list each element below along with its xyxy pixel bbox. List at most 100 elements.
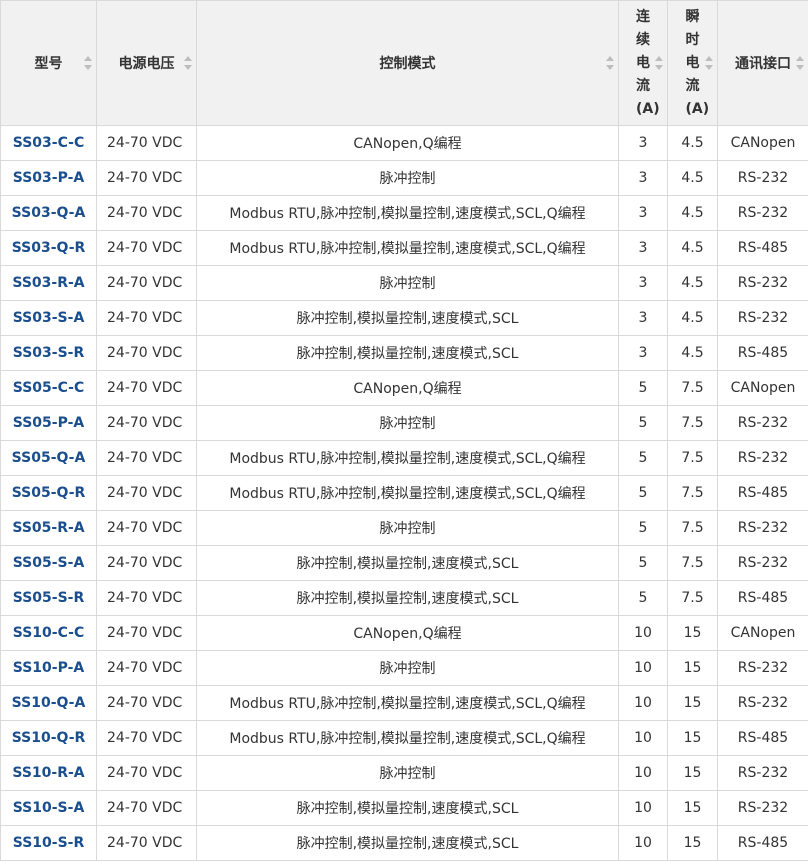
model-link[interactable]: SS10-R-A [0, 755, 97, 791]
model-link[interactable]: SS05-P-A [0, 405, 97, 441]
column-header-label: 电源电压 [118, 56, 175, 72]
model-link[interactable]: SS10-S-R [0, 825, 97, 861]
product-spec-table: 型号 电源电压 控制模式 连续电流(A) 瞬时电流(A) 通讯接口 SS03-C… [0, 0, 808, 861]
column-header-voltage[interactable]: 电源电压 [96, 0, 197, 126]
model-link[interactable]: SS10-P-A [0, 650, 97, 686]
model-link[interactable]: SS10-Q-R [0, 720, 97, 756]
voltage-cell: 24-70 VDC [96, 790, 197, 826]
model-link[interactable]: SS03-Q-A [0, 195, 97, 231]
header-row: 型号 电源电压 控制模式 连续电流(A) 瞬时电流(A) 通讯接口 [0, 0, 808, 126]
peak-current-cell: 15 [667, 790, 718, 826]
control-mode-cell: 脉冲控制 [196, 265, 619, 301]
peak-current-cell: 7.5 [667, 440, 718, 476]
model-link[interactable]: SS05-S-A [0, 545, 97, 581]
model-link[interactable]: SS03-C-C [0, 125, 97, 161]
model-link[interactable]: SS05-S-R [0, 580, 97, 616]
table-row: SS05-Q-R 24-70 VDC Modbus RTU,脉冲控制,模拟量控制,速… [0, 475, 808, 511]
table-body: SS03-C-C 24-70 VDC CANopen,Q编程 3 4.5 CANopen S… [0, 125, 808, 861]
comm-interface-cell: RS-232 [717, 440, 808, 476]
voltage-cell: 24-70 VDC [96, 720, 197, 756]
continuous-current-cell: 3 [618, 300, 668, 336]
column-header-model[interactable]: 型号 [0, 0, 97, 126]
continuous-current-cell: 5 [618, 370, 668, 406]
sort-arrows-icon[interactable] [705, 54, 713, 72]
peak-current-cell: 15 [667, 755, 718, 791]
model-link[interactable]: SS03-R-A [0, 265, 97, 301]
control-mode-cell: Modbus RTU,脉冲控制,模拟量控制,速度模式,SCL,Q编程 [196, 475, 619, 511]
table-row: SS05-C-C 24-70 VDC CANopen,Q编程 5 7.5 CANopen [0, 370, 808, 406]
continuous-current-cell: 10 [618, 615, 668, 651]
sort-arrows-icon[interactable] [184, 54, 192, 72]
voltage-cell: 24-70 VDC [96, 650, 197, 686]
voltage-cell: 24-70 VDC [96, 825, 197, 861]
column-header-peak-current[interactable]: 瞬时电流(A) [667, 0, 718, 126]
comm-interface-cell: RS-232 [717, 790, 808, 826]
control-mode-cell: CANopen,Q编程 [196, 370, 619, 406]
peak-current-cell: 15 [667, 650, 718, 686]
table-row: SS05-P-A 24-70 VDC 脉冲控制 5 7.5 RS-232 [0, 405, 808, 441]
continuous-current-cell: 10 [618, 755, 668, 791]
model-link[interactable]: SS03-S-A [0, 300, 97, 336]
continuous-current-cell: 5 [618, 545, 668, 581]
voltage-cell: 24-70 VDC [96, 405, 197, 441]
model-link[interactable]: SS05-Q-A [0, 440, 97, 476]
table-row: SS03-P-A 24-70 VDC 脉冲控制 3 4.5 RS-232 [0, 160, 808, 196]
column-header-label: 通讯接口 [735, 56, 791, 72]
table-row: SS03-Q-A 24-70 VDC Modbus RTU,脉冲控制,模拟量控制,速… [0, 195, 808, 231]
model-link[interactable]: SS03-P-A [0, 160, 97, 196]
sort-arrows-icon[interactable] [84, 54, 92, 72]
column-header-label: 控制模式 [379, 56, 436, 72]
control-mode-cell: Modbus RTU,脉冲控制,模拟量控制,速度模式,SCL,Q编程 [196, 230, 619, 266]
control-mode-cell: 脉冲控制 [196, 510, 619, 546]
voltage-cell: 24-70 VDC [96, 195, 197, 231]
control-mode-cell: 脉冲控制,模拟量控制,速度模式,SCL [196, 825, 619, 861]
continuous-current-cell: 3 [618, 230, 668, 266]
model-link[interactable]: SS03-Q-R [0, 230, 97, 266]
voltage-cell: 24-70 VDC [96, 440, 197, 476]
continuous-current-cell: 3 [618, 265, 668, 301]
column-header-continuous-current[interactable]: 连续电流(A) [618, 0, 668, 126]
column-header-mode[interactable]: 控制模式 [196, 0, 619, 126]
model-link[interactable]: SS10-S-A [0, 790, 97, 826]
peak-current-cell: 7.5 [667, 405, 718, 441]
table-row: SS10-R-A 24-70 VDC 脉冲控制 10 15 RS-232 [0, 755, 808, 791]
comm-interface-cell: CANopen [717, 370, 808, 406]
continuous-current-cell: 3 [618, 335, 668, 371]
continuous-current-cell: 10 [618, 720, 668, 756]
sort-arrows-icon[interactable] [606, 54, 614, 72]
model-link[interactable]: SS10-C-C [0, 615, 97, 651]
peak-current-cell: 7.5 [667, 475, 718, 511]
sort-arrows-icon[interactable] [796, 54, 804, 72]
voltage-cell: 24-70 VDC [96, 335, 197, 371]
voltage-cell: 24-70 VDC [96, 685, 197, 721]
peak-current-cell: 7.5 [667, 370, 718, 406]
model-link[interactable]: SS05-R-A [0, 510, 97, 546]
model-link[interactable]: SS05-Q-R [0, 475, 97, 511]
table-row: SS03-R-A 24-70 VDC 脉冲控制 3 4.5 RS-232 [0, 265, 808, 301]
continuous-current-cell: 10 [618, 685, 668, 721]
control-mode-cell: 脉冲控制 [196, 160, 619, 196]
voltage-cell: 24-70 VDC [96, 580, 197, 616]
column-header-comm[interactable]: 通讯接口 [717, 0, 808, 126]
model-link[interactable]: SS05-C-C [0, 370, 97, 406]
continuous-current-cell: 5 [618, 405, 668, 441]
voltage-cell: 24-70 VDC [96, 265, 197, 301]
comm-interface-cell: RS-485 [717, 335, 808, 371]
peak-current-cell: 4.5 [667, 265, 718, 301]
sort-arrows-icon[interactable] [655, 54, 663, 72]
continuous-current-cell: 5 [618, 580, 668, 616]
continuous-current-cell: 3 [618, 195, 668, 231]
continuous-current-cell: 5 [618, 440, 668, 476]
control-mode-cell: Modbus RTU,脉冲控制,模拟量控制,速度模式,SCL,Q编程 [196, 195, 619, 231]
comm-interface-cell: RS-232 [717, 755, 808, 791]
model-link[interactable]: SS10-Q-A [0, 685, 97, 721]
comm-interface-cell: CANopen [717, 125, 808, 161]
comm-interface-cell: RS-485 [717, 230, 808, 266]
control-mode-cell: 脉冲控制,模拟量控制,速度模式,SCL [196, 790, 619, 826]
continuous-current-cell: 10 [618, 825, 668, 861]
model-link[interactable]: SS03-S-R [0, 335, 97, 371]
table-row: SS10-S-R 24-70 VDC 脉冲控制,模拟量控制,速度模式,SCL 10 15… [0, 825, 808, 861]
table-row: SS03-Q-R 24-70 VDC Modbus RTU,脉冲控制,模拟量控制,速… [0, 230, 808, 266]
peak-current-cell: 4.5 [667, 195, 718, 231]
continuous-current-cell: 10 [618, 790, 668, 826]
